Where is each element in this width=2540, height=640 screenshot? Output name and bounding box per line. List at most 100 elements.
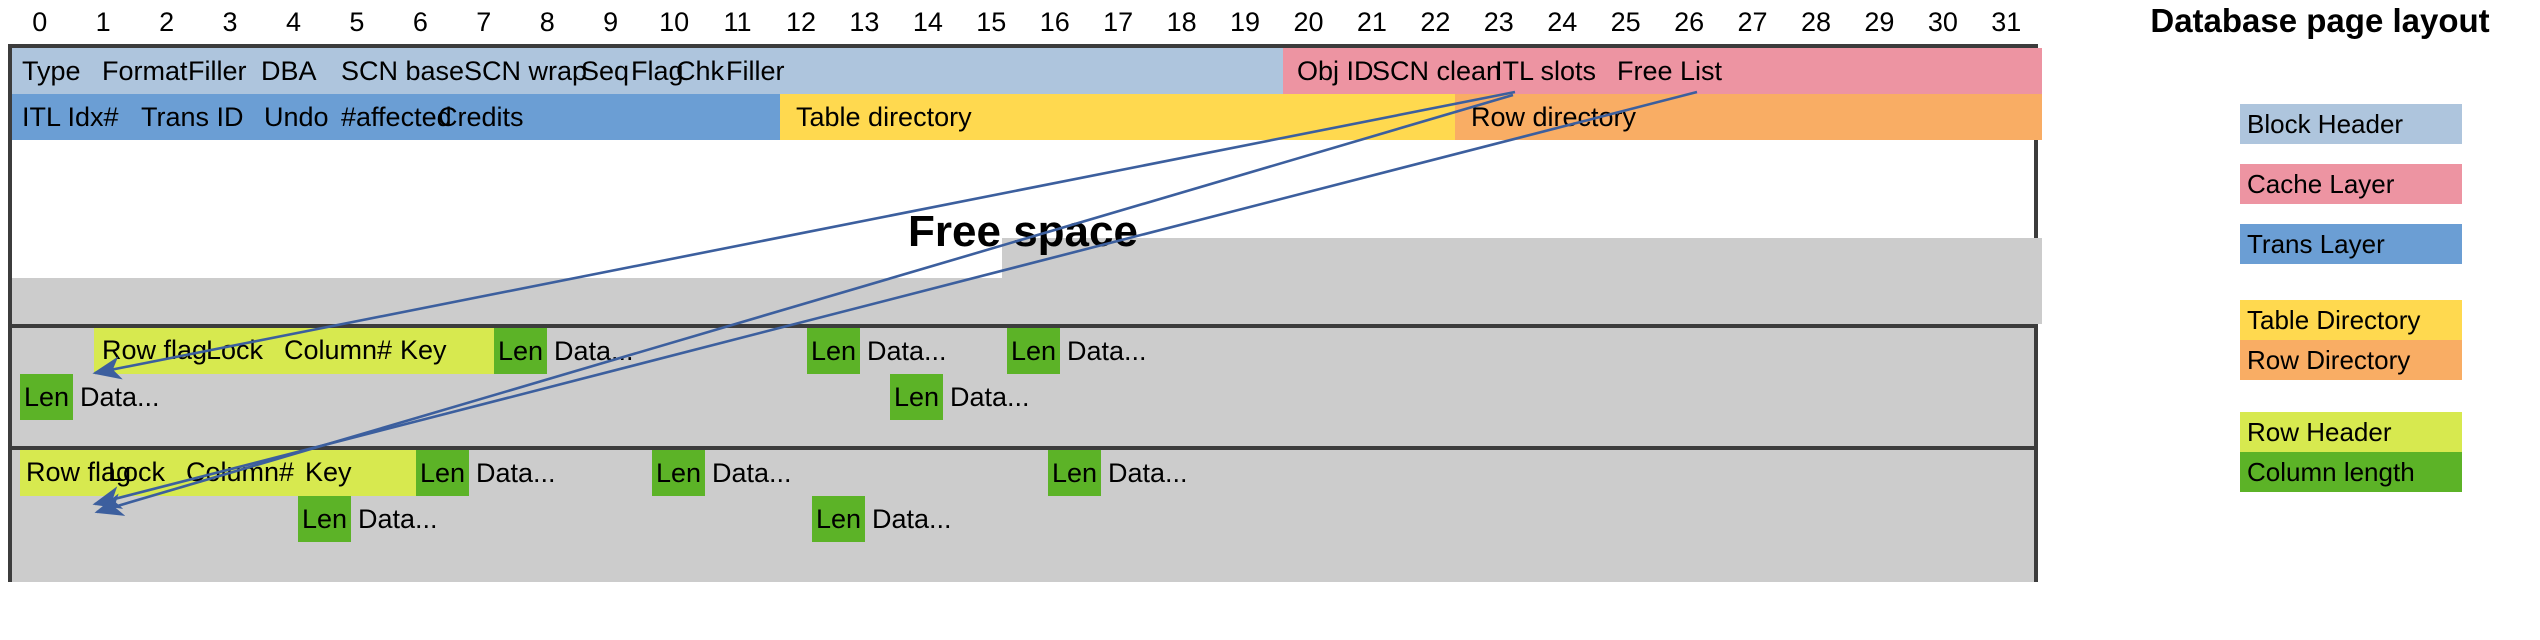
block-header-segment-field-6: Seq: [581, 55, 630, 86]
ruler-tick-29: 29: [1864, 7, 1895, 37]
ruler-tick-23: 23: [1483, 7, 1514, 37]
row-piece-1-column-3-length: Len: [890, 374, 943, 420]
block-header-segment: Type Format Filler DBA SCN base SCN wrap Seq Fl…: [12, 48, 1283, 94]
diagram-root: 0 1 2 3 4 5 6 7 8 9 10 11 12 13 14 15 16 17 18 19 20 21 22 23 24…: [0, 0, 2540, 640]
ruler-tick-4: 4: [285, 7, 301, 37]
trans-layer-segment-field-4: Credits: [438, 101, 524, 132]
block-header-segment-field-9: Filler: [726, 55, 785, 86]
row-piece-1-header-field-0: Row flag: [102, 335, 208, 365]
ruler-tick-17: 17: [1103, 7, 1134, 37]
row-piece-1-column-1-data: Data...: [867, 335, 947, 366]
row-piece-1: Row flag Lock Column# Key Len Data... Len Data.…: [12, 328, 2034, 446]
ruler-tick-31: 31: [1991, 7, 2022, 37]
row-piece-2-column-0-data: Data...: [476, 457, 556, 488]
ruler-tick-7: 7: [476, 7, 492, 37]
legend: Database page layout Block Header Cache L…: [2105, 0, 2535, 640]
row-piece-1-column-3: Len Data...: [890, 374, 1030, 420]
band-block-header-cache: Type Format Filler DBA SCN base SCN wrap Seq Fl…: [12, 48, 2042, 94]
legend-item-label: Trans Layer: [2247, 228, 2385, 259]
row-piece-1-column-0-length: Len: [494, 328, 547, 374]
row-piece-1-column-0-data: Data...: [554, 335, 634, 366]
row-piece-1-column-4: Len Data...: [20, 374, 160, 420]
ruler-tick-30: 30: [1927, 7, 1958, 37]
row-piece-2-column-3: Len Data...: [298, 496, 438, 542]
row-piece-2-column-2: Len Data...: [1048, 450, 1188, 496]
block-header-segment-field-1: Format: [102, 55, 188, 86]
row-piece-2-column-4-data: Data...: [872, 503, 952, 534]
ruler-tick-15: 15: [976, 7, 1007, 37]
row-piece-2-column-0: Len Data...: [416, 450, 556, 496]
row-piece-2-column-0-length: Len: [416, 450, 469, 496]
ruler-tick-26: 26: [1674, 7, 1705, 37]
cache-layer-segment-field-0: Obj ID: [1297, 55, 1374, 86]
row-piece-2-column-2-length: Len: [1048, 450, 1101, 496]
legend-item-row-directory: Row Directory: [2240, 340, 2462, 380]
row-piece-2-header: Row flag Lock Column# Key: [20, 450, 420, 496]
row-piece-1-column-2-data: Data...: [1067, 335, 1147, 366]
row-directory-segment-label: Row directory: [1471, 101, 1637, 132]
legend-item-label: Column length: [2247, 456, 2415, 487]
row-directory-segment: Row directory: [1455, 94, 2042, 140]
row-piece-2-column-1-data: Data...: [712, 457, 792, 488]
column-ruler: 0 1 2 3 4 5 6 7 8 9 10 11 12 13 14 15 16 17 18 19 20 21 22 23 24…: [8, 0, 2048, 44]
database-page-block: Type Format Filler DBA SCN base SCN wrap Seq Fl…: [8, 44, 2042, 582]
legend-item-label: Cache Layer: [2247, 168, 2395, 199]
ruler-tick-9: 9: [603, 7, 619, 37]
legend-item-block-header: Block Header: [2240, 104, 2462, 144]
legend-title: Database page layout: [2150, 2, 2490, 39]
row-piece-2-column-4-length: Len: [812, 496, 865, 542]
row-piece-1-header: Row flag Lock Column# Key: [94, 328, 494, 374]
row-piece-1-column-2-length: Len: [1007, 328, 1060, 374]
legend-item-table-directory: Table Directory: [2240, 300, 2462, 340]
row-piece-1-column-1: Len Data...: [807, 328, 947, 374]
legend-item-label: Row Directory: [2247, 344, 2411, 375]
legend-item-label: Block Header: [2247, 108, 2404, 139]
free-space-label: Free space: [908, 207, 1138, 256]
row-piece-2: Row flag Lock Column# Key Len Data... Len Data.…: [12, 450, 2034, 582]
ruler-tick-11: 11: [723, 7, 752, 37]
ruler-tick-10: 10: [659, 7, 690, 37]
trans-layer-segment-field-2: Undo: [264, 101, 329, 132]
ruler-tick-28: 28: [1800, 7, 1831, 37]
ruler-tick-20: 20: [1293, 7, 1324, 37]
row-piece-1-column-4-data: Data...: [80, 381, 160, 412]
ruler-tick-8: 8: [539, 7, 555, 37]
block-header-segment-field-3: DBA: [261, 55, 317, 86]
ruler-tick-22: 22: [1420, 7, 1451, 37]
block-header-segment-field-4: SCN base: [341, 55, 465, 86]
ruler-tick-13: 13: [849, 7, 880, 37]
row-piece-2-column-3-data: Data...: [358, 503, 438, 534]
legend-item-label: Row Header: [2247, 416, 2392, 447]
ruler-tick-27: 27: [1737, 7, 1768, 37]
row-piece-1-column-3-data: Data...: [950, 381, 1030, 412]
ruler-tick-21: 21: [1356, 7, 1387, 37]
row-piece-2-column-3-length: Len: [298, 496, 351, 542]
ruler-tick-1: 1: [95, 7, 111, 37]
row-piece-2-header-field-2: Column#: [186, 457, 295, 487]
ruler-tick-16: 16: [1039, 7, 1070, 37]
ruler-tick-18: 18: [1166, 7, 1197, 37]
row-piece-2-column-4: Len Data...: [812, 496, 952, 542]
ruler-tick-6: 6: [412, 7, 428, 37]
ruler-tick-3: 3: [222, 7, 238, 37]
row-piece-1-column-0: Len Data...: [494, 328, 634, 374]
ruler-tick-5: 5: [349, 7, 365, 37]
row-piece-2-column-1: Len Data...: [652, 450, 792, 496]
cache-layer-segment-field-2: ITL slots: [1495, 55, 1597, 86]
ruler-tick-19: 19: [1230, 7, 1261, 37]
trans-layer-segment-field-1: Trans ID: [141, 101, 244, 132]
ruler-tick-14: 14: [912, 7, 943, 37]
block-header-segment-field-8: Chk: [676, 55, 725, 86]
row-piece-1-column-2: Len Data...: [1007, 328, 1147, 374]
trans-layer-segment-field-0: ITL Idx#: [22, 101, 119, 132]
row-piece-1-header-field-1: Lock: [206, 335, 264, 365]
free-space-label-wrap: Free space: [12, 140, 2034, 324]
row-piece-1-header-field-3: Key: [400, 335, 447, 365]
row-piece-1-column-1-length: Len: [807, 328, 860, 374]
table-directory-segment: Table directory: [780, 94, 1455, 140]
ruler-tick-0: 0: [32, 7, 48, 37]
legend-item-row-header: Row Header: [2240, 412, 2462, 452]
legend-item-label: Table Directory: [2247, 304, 2421, 335]
cache-layer-segment: Obj ID SCN clean ITL slots Free List: [1283, 48, 2042, 94]
block-header-segment-field-0: Type: [22, 55, 81, 86]
